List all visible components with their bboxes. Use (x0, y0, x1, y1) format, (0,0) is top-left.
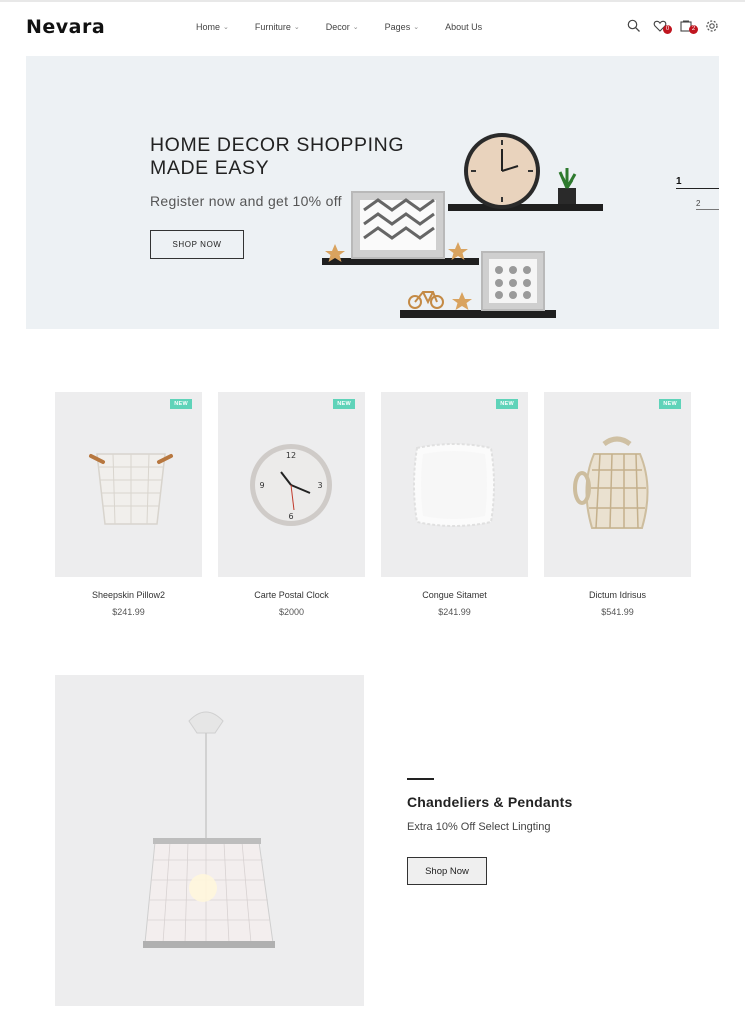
main-nav: Home ⌄ Furniture ⌄ Decor ⌄ Pages ⌄ About Us (196, 22, 508, 32)
nav-item-label: Pages (384, 22, 411, 32)
product-price: $241.99 (438, 607, 471, 617)
product-image[interactable]: NEW (55, 392, 202, 577)
hero-subtitle: Register now and get 10% off (150, 193, 342, 209)
gear-icon[interactable] (705, 19, 719, 33)
new-badge: NEW (496, 399, 518, 409)
header-icons: 0 2 (615, 19, 719, 34)
product-card[interactable]: NEW Sheepskin Pillow2 $241.99 (55, 392, 202, 617)
slide-2-button[interactable]: 2 (696, 199, 719, 210)
chevron-down-icon: ⌄ (352, 24, 359, 31)
chevron-down-icon: ⌄ (413, 24, 420, 31)
feature-subtitle: Extra 10% Off Select Lingting (407, 821, 551, 833)
new-badge: NEW (170, 399, 192, 409)
cart-count-badge: 2 (689, 25, 698, 34)
search-icon[interactable] (627, 19, 641, 33)
hero-shop-now-button[interactable]: SHOP NOW (150, 230, 244, 259)
svg-text:12: 12 (286, 451, 296, 460)
feature-shop-now-button[interactable]: Shop Now (407, 857, 487, 885)
product-name[interactable]: Sheepskin Pillow2 (55, 590, 202, 600)
product-grid: NEW Sheepskin Pillow2 $241.99 12 6 9 3 NEW… (55, 392, 691, 622)
product-image[interactable]: NEW (381, 392, 528, 577)
product-price: $241.99 (112, 607, 145, 617)
pendant-lamp-illustration (143, 711, 275, 948)
nav-item-pages[interactable]: Pages ⌄ (385, 22, 419, 32)
nav-item-about[interactable]: About Us (445, 22, 482, 32)
product-name[interactable]: Carte Postal Clock (218, 590, 365, 600)
white-pillow-image (413, 443, 495, 527)
slide-1-button[interactable]: 1 (676, 176, 719, 189)
product-image[interactable]: NEW (544, 392, 691, 577)
nav-item-label: Home (196, 22, 221, 32)
product-name[interactable]: Dictum Idrisus (544, 590, 691, 600)
nav-item-label: About Us (445, 22, 483, 32)
rope-lantern-image (573, 436, 649, 529)
product-card[interactable]: NEW Congue Sitamet $241.99 (381, 392, 528, 617)
svg-text:3: 3 (317, 481, 322, 490)
wishlist-button[interactable]: 0 (653, 19, 672, 34)
product-price: $541.99 (601, 607, 634, 617)
cart-button[interactable]: 2 (679, 19, 698, 34)
svg-text:9: 9 (259, 481, 264, 490)
wishlist-count-badge: 0 (663, 25, 672, 34)
wicker-basket-image (89, 453, 173, 525)
pendant-lamp-image[interactable] (55, 675, 364, 1006)
feature-title: Chandeliers & Pendants (407, 794, 573, 810)
wall-shelves-illustration (322, 133, 603, 318)
chevron-down-icon: ⌄ (223, 24, 229, 31)
nav-item-label: Furniture (254, 22, 291, 32)
feature-divider (407, 778, 434, 780)
chevron-down-icon: ⌄ (293, 24, 300, 31)
slider-pagination: 1 2 (676, 176, 719, 210)
svg-text:6: 6 (288, 512, 293, 521)
wall-clock-image: 12 6 9 3 (250, 444, 332, 526)
nav-item-home[interactable]: Home ⌄ (196, 22, 229, 32)
nav-item-label: Decor (325, 22, 350, 32)
new-badge: NEW (333, 399, 355, 409)
site-logo[interactable]: Nevara (26, 16, 105, 38)
nav-item-furniture[interactable]: Furniture ⌄ (255, 22, 300, 32)
product-price: $2000 (278, 607, 305, 617)
product-name[interactable]: Congue Sitamet (381, 590, 528, 600)
nav-item-decor[interactable]: Decor ⌄ (326, 22, 359, 32)
product-card[interactable]: 12 6 9 3 NEW Carte Postal Clock $2000 (218, 392, 365, 617)
product-card[interactable]: NEW Dictum Idrisus $541.99 (544, 392, 691, 617)
new-badge: NEW (659, 399, 681, 409)
site-header: Nevara Home ⌄ Furniture ⌄ Decor ⌄ Pages ⌄ Ab… (0, 0, 745, 55)
product-image[interactable]: 12 6 9 3 NEW (218, 392, 365, 577)
hero-banner: HOME DECOR SHOPPING MADE EASY Register n… (26, 56, 719, 329)
